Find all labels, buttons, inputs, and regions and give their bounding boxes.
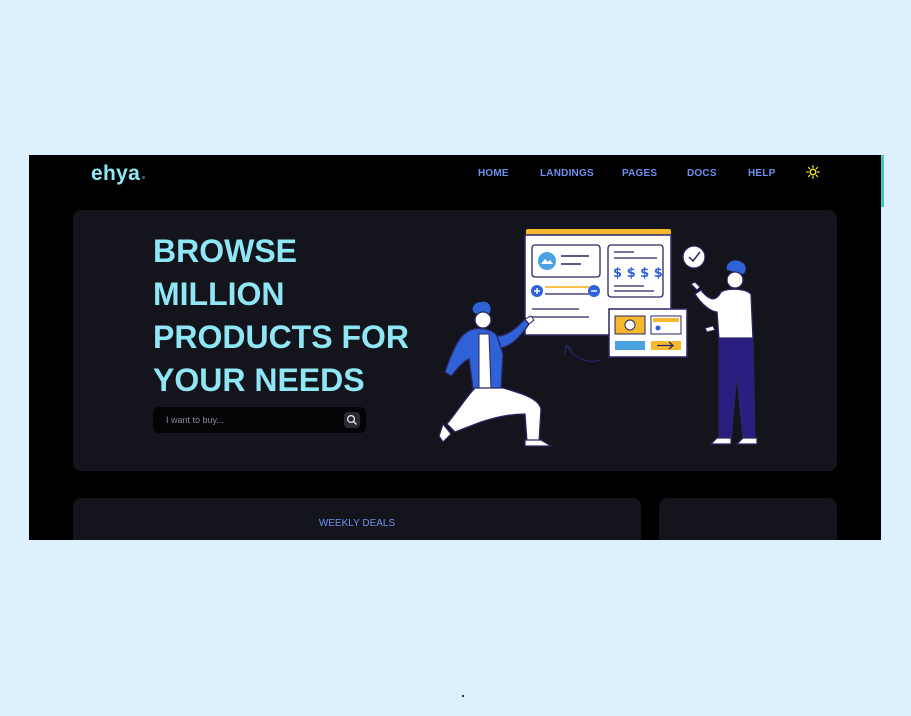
man-right-figure xyxy=(690,260,758,445)
nav-help[interactable]: HELP xyxy=(748,168,775,179)
hero-section: BROWSE MILLION PRODUCTS FOR YOUR NEEDS I… xyxy=(73,210,837,471)
side-card xyxy=(659,498,837,540)
weekly-deals-card: WEEKLY DEALS xyxy=(73,498,641,540)
price-label: $ $ $ $ xyxy=(613,266,663,281)
shopping-illustration: $ $ $ $ xyxy=(438,229,758,447)
scrollbar-thumb[interactable] xyxy=(881,155,884,207)
nav-home[interactable]: HOME xyxy=(478,168,509,179)
search-button[interactable] xyxy=(344,412,360,428)
weekly-deals-title: WEEKLY DEALS xyxy=(318,518,396,529)
nav-docs[interactable]: DOCS xyxy=(687,168,717,179)
search-input[interactable] xyxy=(153,407,338,433)
app-window: ehya HOME LANDINGS PAGES DOCS HELP BROWS… xyxy=(29,155,881,540)
page-dot xyxy=(462,695,464,697)
nav-landings[interactable]: LANDINGS xyxy=(540,168,594,179)
nav-pages[interactable]: PAGES xyxy=(622,168,657,179)
hero-headline: BROWSE MILLION PRODUCTS FOR YOUR NEEDS xyxy=(153,233,409,398)
search-icon xyxy=(346,414,357,425)
logo-dot xyxy=(142,176,145,179)
brand-logo[interactable]: ehya xyxy=(91,162,140,186)
sun-icon[interactable] xyxy=(806,165,820,179)
search-bar xyxy=(153,407,366,433)
